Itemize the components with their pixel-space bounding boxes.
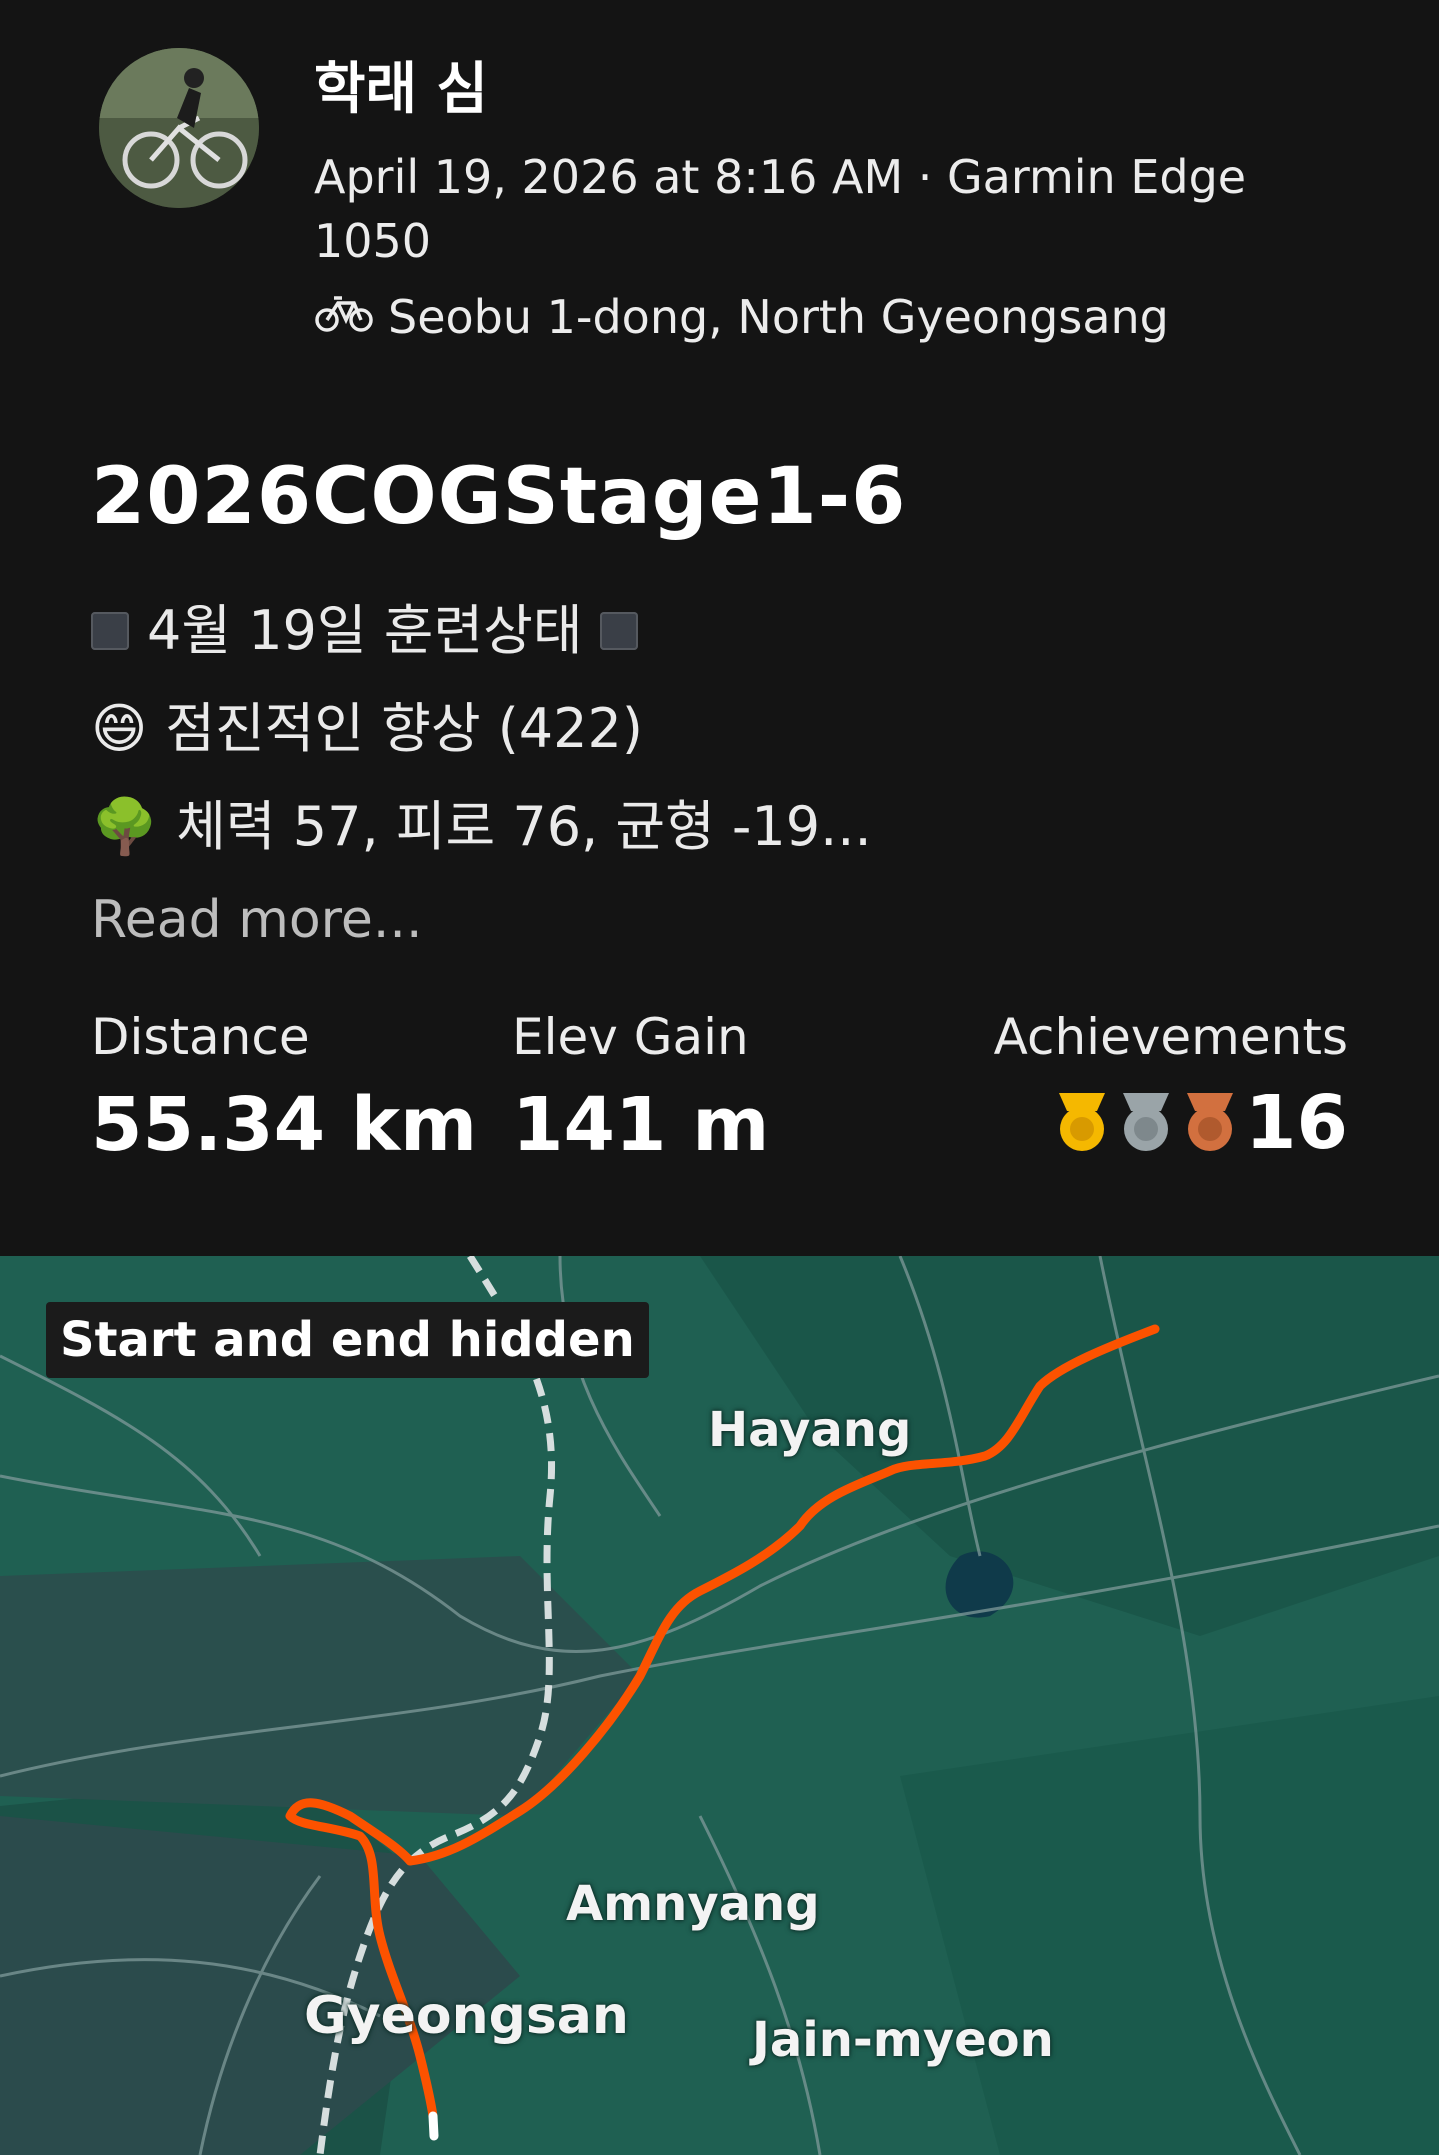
description-line: 🌳 체력 57, 피로 76, 균형 -19...: [91, 778, 872, 876]
achievements[interactable]: 16: [1053, 1080, 1348, 1166]
silver-medal-icon: [1117, 1089, 1175, 1157]
distance-value: 55.34 km: [91, 1082, 478, 1168]
map-label-jain-myeon: Jain-myeon: [752, 2012, 1054, 2068]
elev-gain-value: 141 m: [512, 1082, 770, 1168]
start-end-hidden-badge: Start and end hidden: [46, 1302, 649, 1378]
read-more-link[interactable]: Read more...: [91, 890, 422, 950]
route-map[interactable]: Start and end hidden Hayang Amnyang Gyeo…: [0, 1256, 1439, 2155]
description-text: 체력 57, 피로 76, 균형 -19...: [176, 795, 872, 858]
bronze-medal-icon: [1181, 1089, 1239, 1157]
urban-area: [0, 1556, 640, 1816]
description-line: 😄 점진적인 향상 (422): [91, 680, 872, 778]
location-text: Seobu 1-dong, North Gyeongsang: [388, 290, 1169, 344]
achievements-count: 16: [1245, 1080, 1348, 1166]
description-line: 4월 19일 훈련상태: [91, 582, 872, 680]
activity-location: Seobu 1-dong, North Gyeongsang: [314, 290, 1169, 344]
distance-label: Distance: [91, 1008, 310, 1066]
map-label-gyeongsan: Gyeongsan: [304, 1986, 629, 2046]
map-label-hayang: Hayang: [708, 1402, 912, 1458]
tree-icon: 🌳: [91, 795, 159, 858]
description-text: 4월 19일 훈련상태: [147, 599, 583, 662]
gold-medal-icon: [1053, 1089, 1111, 1157]
square-icon: [91, 612, 129, 650]
achievements-label: Achievements: [993, 1008, 1348, 1066]
grinning-face-icon: 😄: [91, 697, 148, 760]
map-label-amnyang: Amnyang: [566, 1876, 820, 1932]
description-text: 점진적인 향상 (422): [165, 697, 643, 760]
activity-description: 4월 19일 훈련상태 😄 점진적인 향상 (422) 🌳 체력 57, 피로 …: [91, 582, 872, 876]
activity-title[interactable]: 2026COGStage1-6: [91, 452, 906, 542]
avatar[interactable]: [99, 48, 259, 208]
square-icon: [600, 612, 639, 650]
athlete-name[interactable]: 학래 심: [314, 44, 488, 125]
activity-meta: April 19, 2026 at 8:16 AM · Garmin Edge …: [314, 150, 1247, 268]
elev-gain-label: Elev Gain: [512, 1008, 749, 1066]
bike-icon: [314, 290, 374, 344]
route-end-marker: [428, 2111, 439, 2141]
